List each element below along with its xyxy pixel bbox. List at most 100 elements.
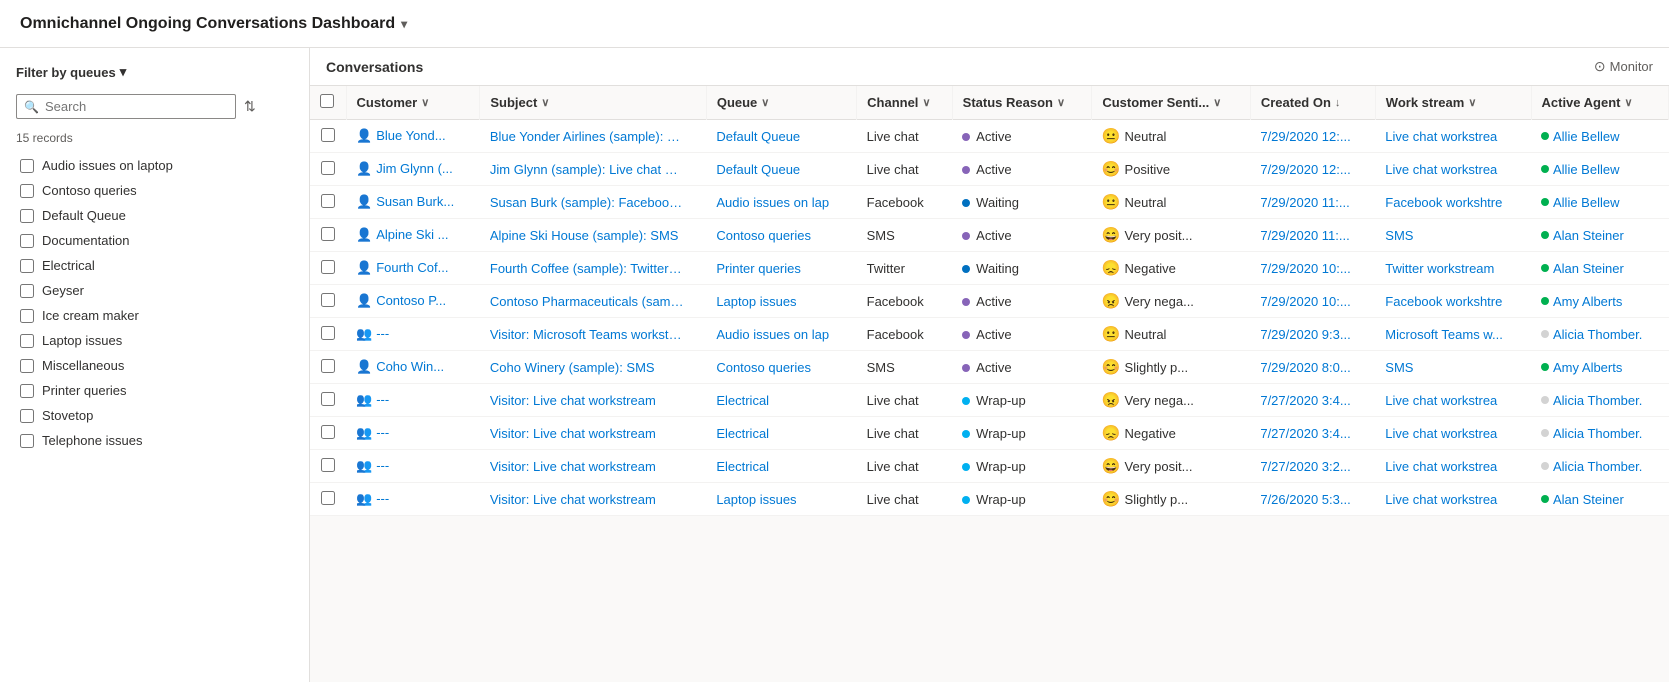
created-on-link[interactable]: 7/29/2020 12:... <box>1260 129 1350 144</box>
created-on-link[interactable]: 7/26/2020 5:3... <box>1260 492 1350 507</box>
created-on-link[interactable]: 7/29/2020 11:... <box>1260 228 1349 243</box>
queue-item-miscellaneous[interactable]: Miscellaneous <box>16 353 293 378</box>
table-row[interactable]: 👥---Visitor: Live chat workstreamElectri… <box>310 417 1669 450</box>
subject-link[interactable]: Contoso Pharmaceuticals (sample): <box>490 294 685 309</box>
customer-link[interactable]: Alpine Ski ... <box>376 227 448 242</box>
work-stream-link[interactable]: Facebook workshtre <box>1385 294 1515 309</box>
agent-link[interactable]: Allie Bellew <box>1553 162 1619 177</box>
subject-link[interactable]: Visitor: Live chat workstream <box>490 492 685 507</box>
created-on-link[interactable]: 7/27/2020 3:2... <box>1260 459 1350 474</box>
agent-link[interactable]: Alan Steiner <box>1553 228 1624 243</box>
work-stream-link[interactable]: Microsoft Teams w... <box>1385 327 1515 342</box>
row-checkbox[interactable] <box>321 326 335 340</box>
created-on-link[interactable]: 7/27/2020 3:4... <box>1260 426 1350 441</box>
row-checkbox[interactable] <box>321 425 335 439</box>
subject-link[interactable]: Visitor: Live chat workstream <box>490 426 685 441</box>
agent-link[interactable]: Alicia Thomber. <box>1553 426 1642 441</box>
filter-header[interactable]: Filter by queues ▾ <box>0 60 309 90</box>
agent-link[interactable]: Alicia Thomber. <box>1553 327 1642 342</box>
row-checkbox[interactable] <box>321 293 335 307</box>
queue-item-documentation[interactable]: Documentation <box>16 228 293 253</box>
customer-link[interactable]: --- <box>376 491 389 506</box>
customer-link[interactable]: --- <box>376 326 389 341</box>
row-checkbox-cell[interactable] <box>310 252 346 285</box>
row-checkbox-cell[interactable] <box>310 153 346 186</box>
subject-link[interactable]: Coho Winery (sample): SMS <box>490 360 685 375</box>
row-checkbox[interactable] <box>321 260 335 274</box>
subject-link[interactable]: Alpine Ski House (sample): SMS <box>490 228 685 243</box>
queue-item-ice-cream-maker[interactable]: Ice cream maker <box>16 303 293 328</box>
customer-link[interactable]: Jim Glynn (... <box>376 161 453 176</box>
row-checkbox[interactable] <box>321 194 335 208</box>
col-header-customer_senti[interactable]: Customer Senti...∨ <box>1092 86 1251 120</box>
queue-item-printer-queries[interactable]: Printer queries <box>16 378 293 403</box>
customer-link[interactable]: Blue Yond... <box>376 128 445 143</box>
row-checkbox[interactable] <box>321 128 335 142</box>
row-checkbox-cell[interactable] <box>310 483 346 516</box>
customer-link[interactable]: --- <box>376 458 389 473</box>
table-row[interactable]: 👤Susan Burk...Susan Burk (sample): Faceb… <box>310 186 1669 219</box>
customer-link[interactable]: Susan Burk... <box>376 194 454 209</box>
table-row[interactable]: 👤Contoso P...Contoso Pharmaceuticals (sa… <box>310 285 1669 318</box>
row-checkbox-cell[interactable] <box>310 450 346 483</box>
row-checkbox-cell[interactable] <box>310 384 346 417</box>
work-stream-link[interactable]: Live chat workstrea <box>1385 459 1515 474</box>
select-all-checkbox[interactable] <box>320 94 334 108</box>
table-row[interactable]: 👥---Visitor: Live chat workstreamLaptop … <box>310 483 1669 516</box>
queue-link[interactable]: Electrical <box>716 426 769 441</box>
queue-link[interactable]: Printer queries <box>716 261 801 276</box>
queue-link[interactable]: Electrical <box>716 459 769 474</box>
queue-item-telephone-issues[interactable]: Telephone issues <box>16 428 293 453</box>
table-row[interactable]: 👤Alpine Ski ...Alpine Ski House (sample)… <box>310 219 1669 252</box>
col-header-queue[interactable]: Queue∨ <box>706 86 856 120</box>
created-on-link[interactable]: 7/29/2020 8:0... <box>1260 360 1350 375</box>
monitor-button[interactable]: ⊙ Monitor <box>1594 58 1653 75</box>
table-row[interactable]: 👤Coho Win...Coho Winery (sample): SMSCon… <box>310 351 1669 384</box>
queue-item-contoso-queries[interactable]: Contoso queries <box>16 178 293 203</box>
subject-link[interactable]: Visitor: Microsoft Teams workstrean <box>490 327 685 342</box>
queue-link[interactable]: Default Queue <box>716 162 800 177</box>
customer-link[interactable]: Fourth Cof... <box>376 260 448 275</box>
subject-link[interactable]: Blue Yonder Airlines (sample): Live c... <box>490 129 685 144</box>
row-checkbox[interactable] <box>321 227 335 241</box>
agent-link[interactable]: Alan Steiner <box>1553 261 1624 276</box>
col-header-work_stream[interactable]: Work stream∨ <box>1375 86 1531 120</box>
created-on-link[interactable]: 7/29/2020 11:... <box>1260 195 1349 210</box>
queue-link[interactable]: Audio issues on lap <box>716 195 829 210</box>
created-on-link[interactable]: 7/27/2020 3:4... <box>1260 393 1350 408</box>
queue-checkbox-printer-queries[interactable] <box>20 384 34 398</box>
sort-icon[interactable]: ⇅ <box>244 98 256 115</box>
created-on-link[interactable]: 7/29/2020 12:... <box>1260 162 1350 177</box>
queue-checkbox-laptop-issues[interactable] <box>20 334 34 348</box>
agent-link[interactable]: Alicia Thomber. <box>1553 393 1642 408</box>
subject-link[interactable]: Visitor: Live chat workstream <box>490 459 685 474</box>
work-stream-link[interactable]: Live chat workstrea <box>1385 393 1515 408</box>
queue-checkbox-telephone-issues[interactable] <box>20 434 34 448</box>
queue-item-audio-issues[interactable]: Audio issues on laptop <box>16 153 293 178</box>
queue-checkbox-default-queue[interactable] <box>20 209 34 223</box>
queue-item-laptop-issues[interactable]: Laptop issues <box>16 328 293 353</box>
row-checkbox[interactable] <box>321 359 335 373</box>
queue-link[interactable]: Contoso queries <box>716 228 811 243</box>
customer-link[interactable]: --- <box>376 425 389 440</box>
agent-link[interactable]: Amy Alberts <box>1553 294 1622 309</box>
customer-link[interactable]: Contoso P... <box>376 293 446 308</box>
queue-link[interactable]: Default Queue <box>716 129 800 144</box>
queue-link[interactable]: Contoso queries <box>716 360 811 375</box>
queue-item-stovetop[interactable]: Stovetop <box>16 403 293 428</box>
work-stream-link[interactable]: SMS <box>1385 228 1515 243</box>
queue-checkbox-contoso-queries[interactable] <box>20 184 34 198</box>
agent-link[interactable]: Amy Alberts <box>1553 360 1622 375</box>
table-row[interactable]: 👥---Visitor: Microsoft Teams workstreanA… <box>310 318 1669 351</box>
work-stream-link[interactable]: SMS <box>1385 360 1515 375</box>
title-chevron-icon[interactable]: ▾ <box>401 17 407 31</box>
search-input[interactable] <box>16 94 236 119</box>
agent-link[interactable]: Alan Steiner <box>1553 492 1624 507</box>
queue-item-geyser[interactable]: Geyser <box>16 278 293 303</box>
row-checkbox[interactable] <box>321 458 335 472</box>
work-stream-link[interactable]: Live chat workstrea <box>1385 162 1515 177</box>
created-on-link[interactable]: 7/29/2020 10:... <box>1260 261 1350 276</box>
queue-checkbox-documentation[interactable] <box>20 234 34 248</box>
work-stream-link[interactable]: Live chat workstrea <box>1385 129 1515 144</box>
queue-link[interactable]: Laptop issues <box>716 492 796 507</box>
